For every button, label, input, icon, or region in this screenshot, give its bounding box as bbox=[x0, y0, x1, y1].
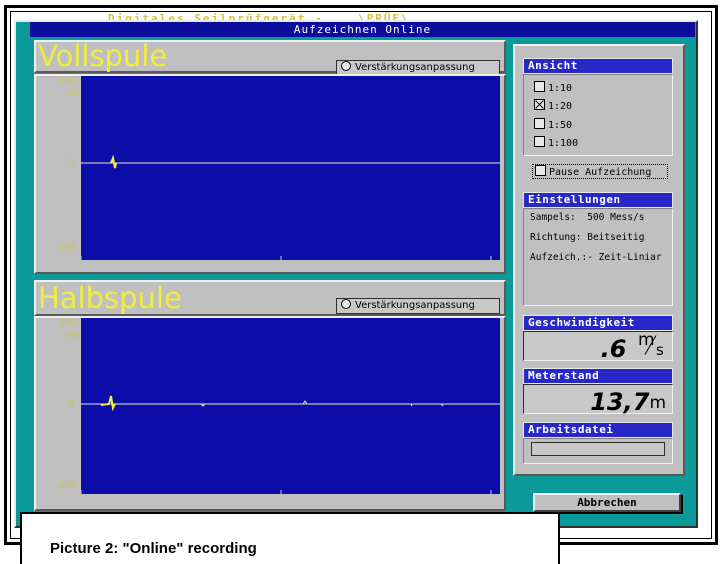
meter-heading: Meterstand bbox=[523, 368, 673, 384]
channel2-ymin-label: -200 bbox=[55, 481, 76, 491]
view-option-1-100[interactable]: 1:100 bbox=[534, 136, 578, 150]
channel1-ymax-label: 200 bbox=[58, 76, 76, 86]
settings-value: Zeit-Liniar bbox=[598, 252, 662, 263]
radio-icon bbox=[341, 61, 351, 71]
channel1-yzero-label: 0 bbox=[68, 158, 74, 168]
settings-key: Aufzeich.:- bbox=[530, 252, 593, 263]
view-option-label: 1:50 bbox=[548, 120, 573, 131]
checkbox-icon bbox=[534, 136, 545, 147]
channel2-unit-label: mV bbox=[66, 331, 80, 340]
view-option-1-50[interactable]: 1:50 bbox=[534, 118, 572, 132]
settings-recording-mode: Aufzeich.:- Zeit-Liniar bbox=[530, 252, 662, 263]
speed-heading: Geschwindigkeit bbox=[523, 315, 673, 331]
view-option-label: 1:20 bbox=[548, 101, 573, 112]
workfile-field[interactable] bbox=[531, 442, 665, 456]
checkbox-checked-icon bbox=[534, 99, 545, 110]
channel2-trace bbox=[81, 395, 500, 494]
settings-key: Sampels: bbox=[530, 212, 576, 223]
radio-icon bbox=[341, 299, 351, 309]
settings-samples: Sampels: 500 Mess/s bbox=[530, 212, 644, 223]
view-heading: Ansicht bbox=[523, 58, 673, 74]
channel2-yzero-label: 0 bbox=[68, 399, 74, 409]
channel1-title: Vollspule bbox=[38, 39, 168, 73]
abort-button[interactable]: Abbrechen bbox=[533, 493, 681, 512]
settings-heading: Einstellungen bbox=[523, 192, 673, 208]
speed-display: .6 m s bbox=[523, 330, 673, 363]
channel2-title: Halbspule bbox=[38, 281, 182, 315]
window-title: Aufzeichnen Online bbox=[30, 22, 695, 37]
settings-key: Richtung: bbox=[530, 232, 582, 243]
speed-unit: m s bbox=[632, 330, 668, 359]
figure-caption: Picture 2: "Online" recording bbox=[20, 512, 560, 564]
workfile-heading: Arbeitsdatei bbox=[523, 422, 673, 438]
channel2-ymax-label: 200 bbox=[58, 318, 76, 328]
settings-value: 500 Mess/s bbox=[587, 212, 645, 223]
channel1-unit-label: mV bbox=[66, 88, 80, 97]
view-option-label: 1:10 bbox=[548, 83, 573, 94]
view-option-1-20[interactable]: 1:20 bbox=[534, 99, 572, 113]
meter-display: 13,7m bbox=[523, 384, 673, 416]
channel1-ymin-label: -200 bbox=[55, 242, 76, 252]
speed-value: .6 bbox=[600, 335, 627, 363]
speed-unit-den: s bbox=[656, 341, 664, 359]
settings-value: Beitseitig bbox=[587, 232, 645, 243]
checkbox-icon bbox=[534, 118, 545, 129]
pause-recording-label: Pause Aufzeichung bbox=[549, 167, 652, 178]
channel2-gain-radio[interactable]: Verstärkungsanpassung bbox=[336, 298, 500, 314]
checkbox-icon bbox=[535, 165, 546, 176]
channel1-trace bbox=[81, 154, 500, 260]
channel2-gain-label: Verstärkungsanpassung bbox=[355, 300, 475, 311]
meter-value: 13,7 bbox=[590, 388, 650, 416]
meter-unit: m bbox=[649, 393, 666, 413]
checkbox-icon bbox=[534, 81, 545, 92]
view-option-1-10[interactable]: 1:10 bbox=[534, 81, 572, 95]
view-option-label: 1:100 bbox=[548, 138, 579, 149]
settings-direction: Richtung: Beitseitig bbox=[530, 232, 644, 243]
channel1-gain-label: Verstärkungsanpassung bbox=[355, 62, 475, 73]
pause-recording-checkbox[interactable]: Pause Aufzeichung bbox=[532, 164, 668, 179]
